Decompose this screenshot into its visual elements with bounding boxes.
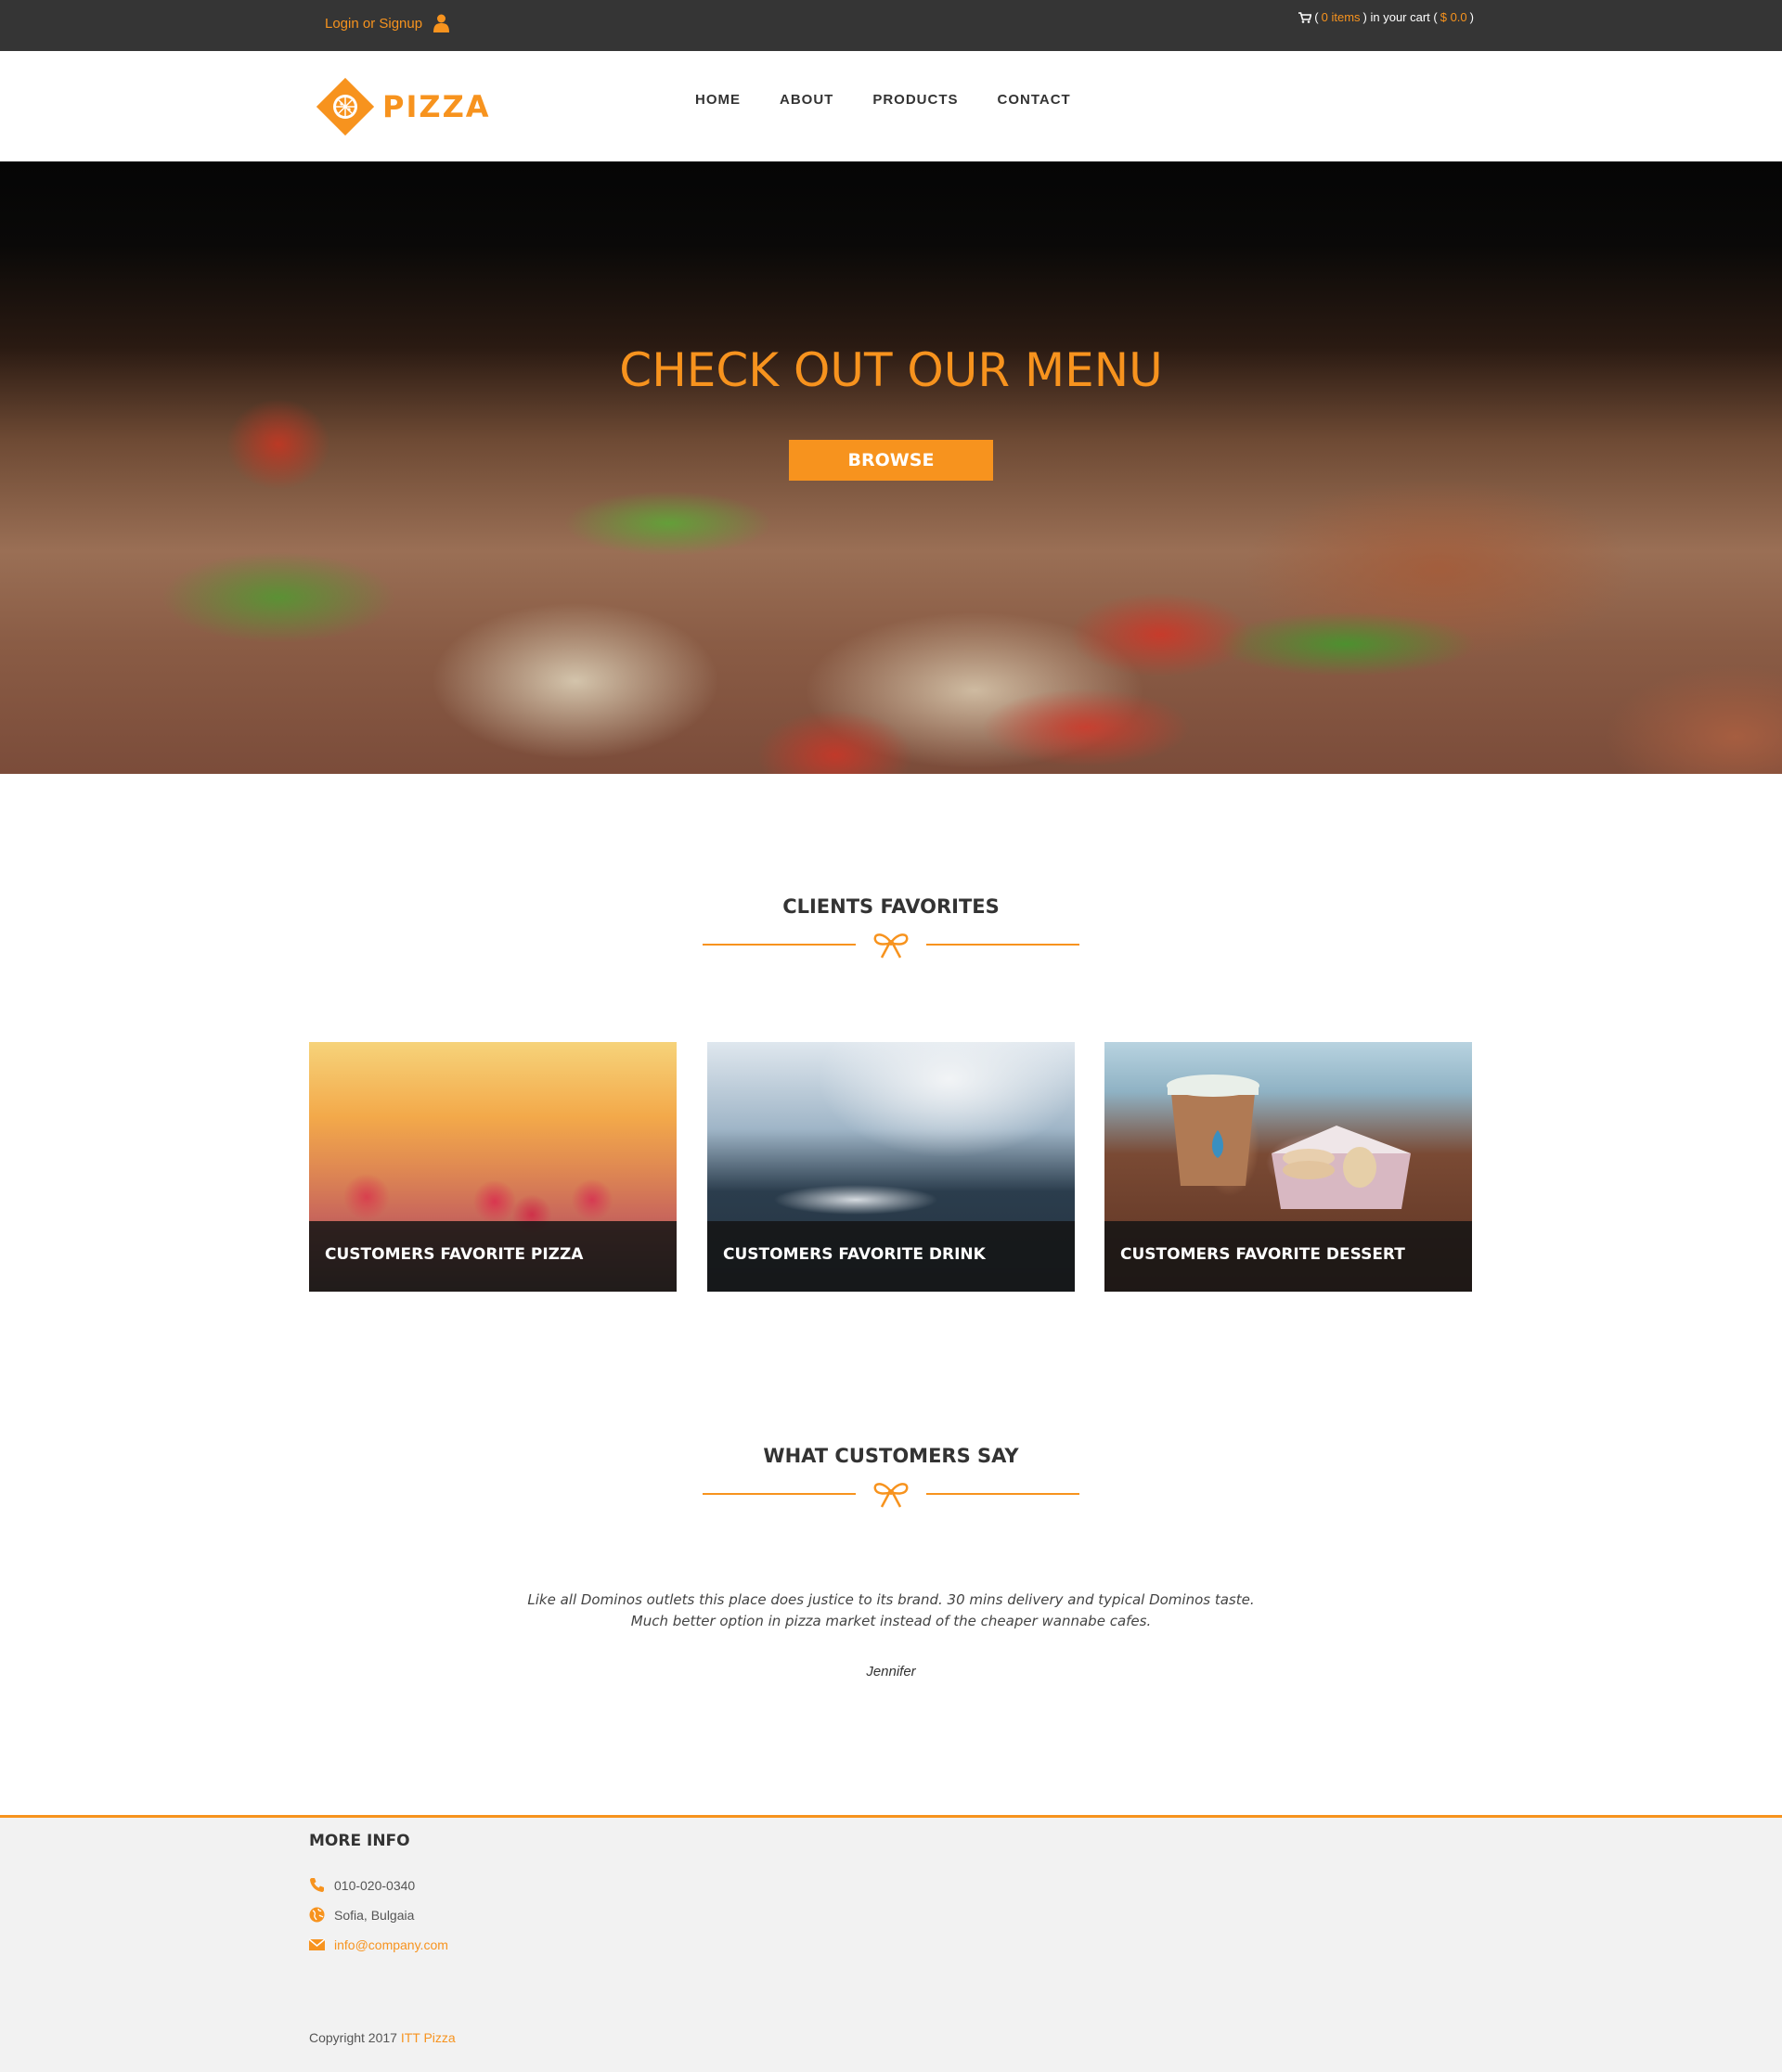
cart-summary[interactable]: (0 items) in your cart ($ 0.0) <box>1298 10 1474 24</box>
cart-close-paren: ) <box>1469 10 1474 24</box>
hero-banner: CHECK OUT OUR MENU BROWSE <box>0 161 1782 774</box>
favorites-divider <box>703 931 1079 959</box>
favorite-dessert-card[interactable]: CUSTOMERS FAVORITE DESSERT <box>1104 1042 1472 1292</box>
login-signup-label: Login or Signup <box>325 15 423 32</box>
cart-items-count[interactable]: 0 items <box>1322 10 1361 24</box>
site-header: PIZZA HOME ABOUT PRODUCTS CONTACT <box>0 51 1782 161</box>
site-footer: MORE INFO 010-020-0340 Sofia, Bulgaia in… <box>0 1815 1782 2072</box>
top-bar: Login or Signup (0 items) in your cart (… <box>0 0 1782 51</box>
macaron-box-image <box>1272 1126 1411 1209</box>
favorites-title: CLIENTS FAVORITES <box>782 895 1000 918</box>
copyright-brand-link[interactable]: ITT Pizza <box>401 2030 456 2045</box>
testimonials-title: WHAT CUSTOMERS SAY <box>763 1445 1019 1467</box>
browse-button[interactable]: BROWSE <box>789 440 993 481</box>
testimonial-author: Jennifer <box>866 1664 916 1679</box>
nav-products[interactable]: PRODUCTS <box>872 92 958 108</box>
favorite-drink-card[interactable]: CUSTOMERS FAVORITE DRINK <box>707 1042 1075 1292</box>
footer-email-row: info@company.com <box>309 1937 448 1952</box>
phone-icon <box>310 1878 324 1892</box>
favorite-dessert-caption: CUSTOMERS FAVORITE DESSERT <box>1120 1245 1405 1264</box>
globe-icon <box>309 1907 325 1923</box>
site-logo[interactable]: PIZZA <box>314 75 491 138</box>
nav-about[interactable]: ABOUT <box>780 92 833 108</box>
favorite-pizza-caption: CUSTOMERS FAVORITE PIZZA <box>325 1245 584 1264</box>
login-signup-link[interactable]: Login or Signup <box>325 14 450 32</box>
footer-phone-row: 010-020-0340 <box>309 1877 415 1893</box>
testimonial-quote: Like all Dominos outlets this place does… <box>527 1591 1255 1629</box>
pizza-logo-icon <box>316 77 375 136</box>
footer-location: Sofia, Bulgaia <box>334 1907 415 1923</box>
nav-home[interactable]: HOME <box>695 92 741 108</box>
footer-email-link[interactable]: info@company.com <box>334 1937 448 1952</box>
copyright-prefix: Copyright 2017 <box>309 2030 401 2045</box>
favorite-pizza-caption-bar: CUSTOMERS FAVORITE PIZZA <box>309 1221 677 1292</box>
footer-title: MORE INFO <box>309 1832 410 1850</box>
envelope-icon <box>309 1938 325 1950</box>
main-nav: HOME ABOUT PRODUCTS CONTACT <box>695 92 1110 108</box>
favorite-pizza-card[interactable]: CUSTOMERS FAVORITE PIZZA <box>309 1042 677 1292</box>
ribbon-bow-icon <box>873 1483 909 1508</box>
cart-middle-text: ) in your cart ( <box>1362 10 1438 24</box>
favorite-drink-caption-bar: CUSTOMERS FAVORITE DRINK <box>707 1221 1075 1292</box>
favorite-dessert-caption-bar: CUSTOMERS FAVORITE DESSERT <box>1104 1221 1472 1292</box>
shopping-cart-icon <box>1298 11 1312 23</box>
hero-title: CHECK OUT OUR MENU <box>619 343 1163 397</box>
footer-phone: 010-020-0340 <box>334 1877 416 1893</box>
favorite-drink-caption: CUSTOMERS FAVORITE DRINK <box>723 1245 986 1264</box>
ribbon-bow-icon <box>873 933 909 959</box>
copyright: Copyright 2017 ITT Pizza <box>309 2030 456 2045</box>
footer-location-row: Sofia, Bulgaia <box>309 1907 414 1923</box>
nav-contact[interactable]: CONTACT <box>998 92 1071 108</box>
testimonials-divider <box>703 1480 1079 1508</box>
logo-text: PIZZA <box>382 89 491 124</box>
cart-open-paren: ( <box>1314 10 1319 24</box>
cart-total[interactable]: $ 0.0 <box>1440 10 1467 24</box>
user-icon <box>433 14 450 32</box>
